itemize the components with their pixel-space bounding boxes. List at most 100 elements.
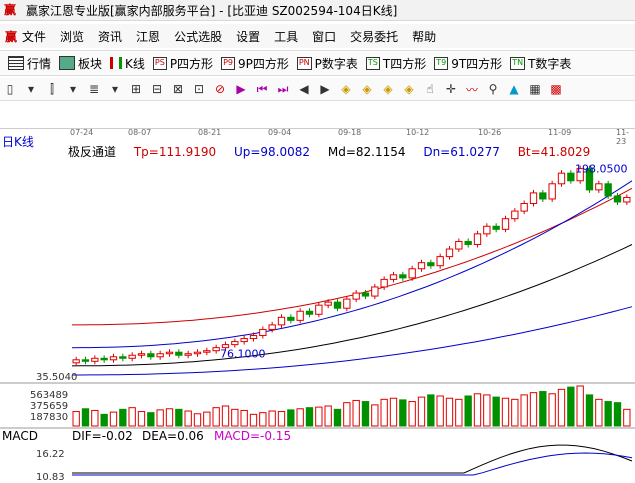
9p-square-label: 9P四方形	[237, 56, 289, 71]
first-icon[interactable]: ⏮	[252, 82, 272, 97]
menu-info[interactable]: 资讯	[98, 28, 122, 45]
candle	[193, 351, 202, 355]
pin-icon[interactable]: ⚲	[483, 82, 503, 96]
grid-icon	[59, 56, 76, 70]
mountain-icon[interactable]: ▲	[504, 82, 524, 96]
right-icon[interactable]: ▶	[315, 82, 335, 96]
9p-icon: P9	[221, 56, 235, 70]
menu-settings[interactable]: 设置	[236, 28, 260, 45]
volume-bar	[184, 410, 192, 427]
menu-file[interactable]: 文件	[22, 28, 46, 45]
no-entry-icon[interactable]: ⊘	[210, 82, 230, 96]
menu-gann[interactable]: 江恩	[136, 28, 160, 45]
candle	[259, 328, 267, 337]
wave-icon[interactable]: 〰	[462, 81, 482, 98]
volume-bar	[296, 408, 304, 427]
quotes-label: 行情	[27, 56, 52, 71]
candle	[473, 233, 482, 245]
channel-upper-line	[72, 187, 633, 326]
volume-bar	[548, 393, 556, 427]
gann4-icon[interactable]: ⊡	[189, 82, 209, 96]
candle	[277, 316, 286, 326]
menu-trade[interactable]: 交易委托	[350, 28, 398, 45]
last-icon[interactable]: ⏭	[273, 82, 293, 97]
dropdown3-icon[interactable]: ▾	[105, 82, 125, 96]
macd-dif: DIF=-0.02	[72, 429, 133, 443]
volume-bar	[268, 410, 276, 427]
calendar-icon[interactable]: ▦	[525, 82, 545, 96]
period-icon[interactable]: ▯	[0, 82, 20, 96]
volume-bar	[128, 407, 136, 427]
ts-icon: TS	[365, 56, 380, 70]
t-square-button[interactable]: TS T四方形	[365, 55, 426, 72]
kline-chart[interactable]: 198.0500 76.1000	[0, 128, 635, 479]
volume-bar	[305, 407, 314, 427]
diamond4-icon[interactable]: ◈	[399, 82, 419, 96]
t-number-button[interactable]: TN T数字表	[510, 55, 571, 72]
gann2-icon[interactable]: ⊟	[147, 82, 167, 96]
diamond2-icon[interactable]: ◈	[357, 82, 377, 96]
volume-bar	[165, 408, 174, 427]
volume-bar	[240, 409, 248, 427]
candle	[445, 248, 454, 258]
volume-bar	[427, 394, 435, 427]
candle-icon	[110, 57, 123, 69]
menu-window[interactable]: 窗口	[312, 28, 336, 45]
diamond3-icon[interactable]: ◈	[378, 82, 398, 96]
volume-bar	[501, 397, 510, 427]
p-number-button[interactable]: PN P数字表	[296, 55, 358, 72]
volume-bar	[511, 398, 519, 427]
dropdown-icon[interactable]: ▾	[21, 82, 41, 96]
candle	[231, 341, 239, 346]
candle	[623, 196, 631, 203]
candle	[203, 350, 211, 353]
candle	[175, 351, 183, 356]
volume-bar	[100, 413, 108, 427]
volume-bar	[91, 409, 99, 427]
volume-axis-label: 375659	[30, 401, 69, 412]
list-icon	[8, 56, 24, 70]
dropdown2-icon[interactable]: ▾	[63, 82, 83, 96]
candle	[212, 347, 220, 352]
menu-tools[interactable]: 工具	[274, 28, 298, 45]
kline-button[interactable]: K线	[110, 55, 145, 72]
candle	[333, 301, 342, 309]
menu-help[interactable]: 帮助	[412, 28, 436, 45]
price-low-annotation: 76.1000	[220, 348, 266, 361]
price-floor-label: 35.5040	[36, 372, 78, 383]
volume-bar	[361, 401, 370, 427]
menu-browse[interactable]: 浏览	[60, 28, 84, 45]
9t-square-button[interactable]: T9 9T四方形	[434, 55, 502, 72]
p-number-label: P数字表	[314, 56, 358, 71]
volume-bar	[473, 393, 482, 427]
p-square-button[interactable]: PS P四方形	[152, 55, 214, 72]
volume-bar	[315, 406, 323, 427]
candle	[483, 225, 491, 235]
volume-bar	[203, 411, 211, 427]
bar-chart-icon[interactable]: ⫿	[42, 82, 62, 97]
left-icon[interactable]: ◀	[294, 82, 314, 96]
sector-button[interactable]: 板块	[59, 55, 102, 72]
candle	[529, 192, 538, 205]
9p-square-button[interactable]: P9 9P四方形	[221, 55, 289, 72]
gann3-icon[interactable]: ⊠	[168, 82, 188, 96]
menu-logo-icon[interactable]: 赢	[0, 28, 22, 45]
flag-icon[interactable]: ▶	[231, 82, 251, 96]
volume-bar	[231, 408, 239, 427]
hand-icon[interactable]: ☝	[420, 82, 440, 96]
quotes-button[interactable]: 行情	[8, 55, 51, 72]
gann-icon[interactable]: ⊞	[126, 82, 146, 96]
diamond-icon[interactable]: ◈	[336, 82, 356, 96]
crosshair-icon[interactable]: ✛	[441, 82, 461, 96]
volume-bar	[352, 399, 360, 427]
candle	[268, 324, 276, 330]
volume-bar	[389, 397, 398, 427]
volume-bar	[399, 399, 407, 427]
menu-formula[interactable]: 公式选股	[174, 28, 222, 45]
candle	[539, 192, 547, 200]
macd-value: MACD=-0.15	[214, 429, 292, 443]
grid-table-icon[interactable]: ▩	[546, 82, 566, 96]
ps-icon: PS	[152, 56, 167, 70]
p-square-label: P四方形	[169, 56, 214, 71]
stack-icon[interactable]: ≣	[84, 82, 104, 96]
